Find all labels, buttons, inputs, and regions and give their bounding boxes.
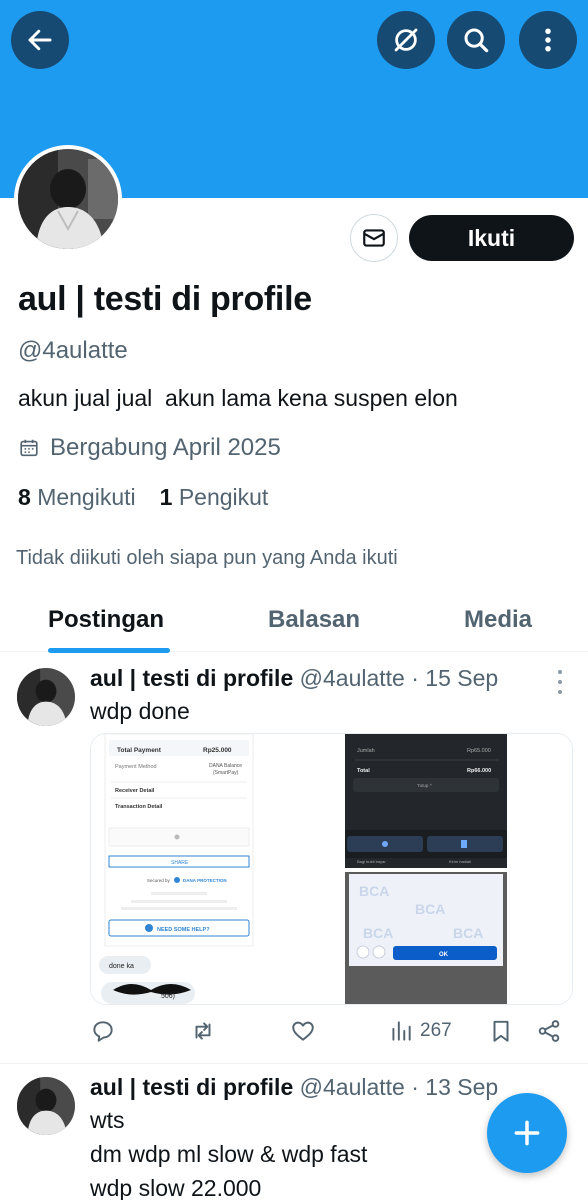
more-vertical-icon xyxy=(545,28,551,52)
receipt-share: SHARE xyxy=(171,860,189,866)
profile-handle: @4aulatte xyxy=(18,337,128,364)
grok-icon xyxy=(394,28,418,52)
receipt-transaction: Transaction Detail xyxy=(115,804,163,810)
not-followed-note: Tidak diikuti oleh siapa pun yang Anda i… xyxy=(16,547,398,569)
payment-amount-value: Rp65.000 xyxy=(467,748,491,754)
post-actions: 267 xyxy=(90,1018,570,1054)
views-button[interactable]: 267 xyxy=(388,1018,452,1044)
reply-button[interactable] xyxy=(90,1018,116,1044)
receipt-help: NEED SOME HELP? xyxy=(157,927,210,933)
joined-text: Bergabung April 2025 xyxy=(50,434,281,461)
tab-posts[interactable]: Postingan xyxy=(48,606,164,634)
receipt-total-label: Total Payment xyxy=(117,747,162,754)
mail-icon xyxy=(363,229,385,247)
follow-button[interactable]: Ikuti xyxy=(409,215,574,261)
tab-media[interactable]: Media xyxy=(464,606,532,634)
views-bar-chart-icon xyxy=(392,1021,411,1041)
chat-bubble-1: done ka xyxy=(109,963,134,970)
grok-button[interactable] xyxy=(377,11,435,69)
media-image-bca[interactable]: BCA BCA BCA BCA OK xyxy=(333,872,572,1004)
post-text: wdp done xyxy=(90,698,190,724)
tab-replies[interactable]: Balasan xyxy=(268,606,360,634)
profile-name: aul | testi di profile xyxy=(18,280,312,318)
post-author-meta: @4aulatte · 15 Sep xyxy=(299,665,499,691)
bca-watermark: BCA xyxy=(359,883,389,899)
receipt-secured: Secured by xyxy=(147,878,171,883)
post-text-line-3: wdp slow 22.000 xyxy=(90,1175,262,1200)
post-divider xyxy=(0,1063,588,1064)
payment-share-proof: Bagi bukti bayar xyxy=(357,859,386,864)
payment-total-label: Total xyxy=(357,768,370,774)
following-label: Mengikuti xyxy=(37,484,136,510)
bookmark-button[interactable] xyxy=(488,1018,514,1044)
compose-button[interactable] xyxy=(487,1093,567,1173)
payment-close: Tutup ^ xyxy=(417,783,433,788)
svg-text:BCA: BCA xyxy=(363,925,393,941)
followers-link[interactable]: 1 Pengikut xyxy=(160,484,269,511)
arrow-left-icon xyxy=(28,29,52,51)
post-media-grid[interactable]: Total Payment Rp25.000 Payment Method DA… xyxy=(90,733,573,1005)
message-button[interactable] xyxy=(350,214,398,262)
receipt-method-value-2: (SmartPay) xyxy=(213,770,239,776)
post-author-meta: @4aulatte · 13 Sep xyxy=(299,1074,499,1100)
post-avatar[interactable] xyxy=(17,1077,75,1135)
profile-tabs: Postingan Balasan Media xyxy=(0,592,588,653)
avatar-photo xyxy=(18,149,118,249)
avatar-photo xyxy=(17,668,75,726)
repost-button[interactable] xyxy=(190,1018,216,1044)
following-count: 8 xyxy=(18,484,31,510)
follow-stats: 8 Mengikuti 1 Pengikut xyxy=(18,484,268,511)
followers-label: Pengikut xyxy=(178,484,269,510)
calendar-icon xyxy=(20,439,38,457)
receipt-method-value-1: DANA Balance xyxy=(209,763,242,769)
post-header: aul | testi di profile @4aulatte · 15 Se… xyxy=(90,665,498,692)
profile-avatar[interactable] xyxy=(14,145,122,253)
receipt-method-label: Payment Method xyxy=(115,764,157,770)
payment-amount-label: Jumlah xyxy=(357,748,375,754)
media-image-payment[interactable]: Jumlah Rp65.000 Total Rp66.000 Tutup ^ B… xyxy=(333,734,572,868)
bca-ok: OK xyxy=(439,952,449,958)
profile-bio: akun jual jual akun lama kena suspen elo… xyxy=(18,385,458,411)
post-text-line-2: dm wdp ml slow & wdp fast xyxy=(90,1141,368,1167)
joined-date: Bergabung April 2025 xyxy=(18,434,281,462)
receipt-dana: DANA PROTECTION xyxy=(183,878,227,883)
post-text-line-1: wts xyxy=(90,1107,125,1133)
following-link[interactable]: 8 Mengikuti xyxy=(18,484,136,511)
chat-bubble-2: 506) xyxy=(161,993,175,1000)
svg-text:BCA: BCA xyxy=(415,901,445,917)
heart-icon xyxy=(292,1021,314,1041)
plus-icon xyxy=(514,1120,540,1146)
bookmark-icon xyxy=(493,1020,509,1042)
share-button[interactable] xyxy=(536,1018,562,1044)
payment-send-gift: Kirim hadiah xyxy=(449,859,471,864)
receipt-total-value: Rp25.000 xyxy=(203,747,232,754)
repost-icon xyxy=(195,1022,211,1040)
media-image-receipt[interactable]: Total Payment Rp25.000 Payment Method DA… xyxy=(91,734,329,1004)
like-button[interactable] xyxy=(290,1018,316,1044)
post-header: aul | testi di profile @4aulatte · 13 Se… xyxy=(90,1074,498,1101)
search-icon xyxy=(464,28,489,53)
post-author-name[interactable]: aul | testi di profile xyxy=(90,1074,293,1100)
active-tab-indicator xyxy=(48,648,170,653)
svg-text:BCA: BCA xyxy=(453,925,483,941)
post-author-name[interactable]: aul | testi di profile xyxy=(90,665,293,691)
post-more-button[interactable] xyxy=(556,670,564,694)
more-button[interactable] xyxy=(519,11,577,69)
followers-count: 1 xyxy=(159,484,173,510)
views-count: 267 xyxy=(420,1020,452,1041)
post-avatar[interactable] xyxy=(17,668,75,726)
receipt-receiver: Receiver Detail xyxy=(115,788,155,794)
back-button[interactable] xyxy=(11,11,69,69)
avatar-photo xyxy=(17,1077,75,1135)
share-icon xyxy=(538,1020,560,1042)
payment-total-value: Rp66.000 xyxy=(467,768,491,774)
reply-icon xyxy=(93,1021,113,1042)
search-button[interactable] xyxy=(447,11,505,69)
